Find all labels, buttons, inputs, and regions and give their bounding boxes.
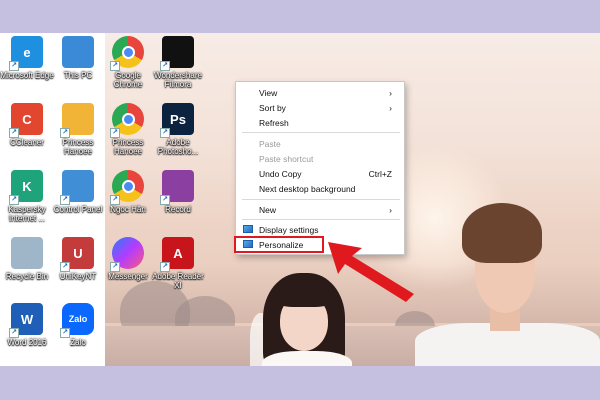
app-icon: ↗ — [110, 103, 144, 138]
desktop-icon[interactable]: ↗ Wondershare Filmora — [150, 36, 206, 89]
desktop-icon-label: Kaspersky Internet ... — [8, 205, 46, 223]
shortcut-arrow-icon: ↗ — [110, 61, 120, 71]
menu-item-next-desktop-background[interactable]: Next desktop background — [236, 181, 404, 196]
desktop-icon[interactable]: e ↗ Microsoft Edge — [0, 36, 55, 80]
menu-separator — [242, 219, 400, 220]
desktop-icon-label: Google Chrome — [113, 71, 143, 89]
shortcut-arrow-icon: ↗ — [110, 128, 120, 138]
menu-item-refresh[interactable]: Refresh — [236, 115, 404, 130]
desktop-icon[interactable]: This PC — [50, 36, 106, 80]
app-icon: C ↗ — [9, 103, 43, 138]
desktop-icon[interactable]: C ↗ CCleaner — [0, 103, 55, 147]
desktop-icon[interactable]: ↗ Messenger — [100, 237, 156, 281]
desktop-icon-label: Recycle Bin — [5, 272, 49, 281]
desktop-icon-label: Zalo — [70, 338, 86, 347]
shortcut-arrow-icon: ↗ — [110, 262, 120, 272]
desktop-icon-label: Adobe Photosho... — [157, 138, 199, 156]
desktop-icon[interactable]: Recycle Bin — [0, 237, 55, 281]
menu-item-paste-shortcut[interactable]: Paste shortcut — [236, 151, 404, 166]
desktop-icon[interactable]: ↗ Google Chrome — [100, 36, 156, 89]
app-icon: ↗ — [110, 36, 144, 71]
shortcut-arrow-icon: ↗ — [60, 328, 70, 338]
shortcut-label: Ctrl+Z — [368, 168, 392, 179]
desktop-icon[interactable]: A ↗ Adobe Reader XI — [150, 237, 206, 290]
wallpaper-groom-hair — [462, 203, 542, 263]
desktop-icon-label: Princess Hanoee — [112, 138, 144, 156]
desktop-icon-label: CCleaner — [10, 138, 44, 147]
desktop-icon[interactable]: Zalo ↗ Zalo — [50, 303, 106, 347]
desktop-context-menu: View › Sort by › Refresh Paste Paste sho… — [235, 81, 405, 255]
menu-item-sort-by[interactable]: Sort by › — [236, 100, 404, 115]
app-icon: ↗ — [160, 36, 194, 71]
app-icon: W ↗ — [9, 303, 43, 338]
desktop-icon-label: Messenger — [108, 272, 148, 281]
shortcut-arrow-icon: ↗ — [60, 128, 70, 138]
shortcut-arrow-icon: ↗ — [60, 262, 70, 272]
personalize-highlight-box — [234, 236, 324, 253]
app-icon: Zalo ↗ — [60, 303, 94, 338]
chevron-right-icon: › — [389, 87, 392, 98]
menu-item-view[interactable]: View › — [236, 85, 404, 100]
desktop-icon[interactable]: ↗ Ngoc Hân — [100, 170, 156, 214]
app-icon: A ↗ — [160, 237, 194, 272]
desktop-icon[interactable]: ↗ Princess Hanoee — [50, 103, 106, 156]
desktop-icon-label: UniKeyNT — [59, 272, 97, 281]
shortcut-arrow-icon: ↗ — [160, 195, 170, 205]
app-icon: ↗ — [110, 237, 144, 272]
menu-item-display-settings[interactable]: Display settings — [236, 222, 404, 237]
menu-separator — [242, 199, 400, 200]
chevron-right-icon: › — [389, 204, 392, 215]
desktop-icon-label: Princess Hanoee — [62, 138, 94, 156]
menu-separator — [242, 132, 400, 133]
app-icon: e ↗ — [9, 36, 43, 71]
shortcut-arrow-icon: ↗ — [60, 195, 70, 205]
desktop-icon[interactable]: W ↗ Word 2016 — [0, 303, 55, 347]
app-icon: Ps ↗ — [160, 103, 194, 138]
shortcut-arrow-icon: ↗ — [9, 61, 19, 71]
desktop-icon-label: Wondershare Filmora — [154, 71, 202, 89]
app-icon — [62, 36, 94, 68]
desktop-icon[interactable]: U ↗ UniKeyNT — [50, 237, 106, 281]
desktop-icon[interactable]: ↗ Record — [150, 170, 206, 214]
app-icon: ↗ — [60, 170, 94, 205]
shortcut-arrow-icon: ↗ — [160, 128, 170, 138]
menu-item-paste[interactable]: Paste — [236, 136, 404, 151]
desktop-icon-label: Ngoc Hân — [110, 205, 146, 214]
shortcut-arrow-icon: ↗ — [9, 195, 19, 205]
desktop-icon-label: This PC — [63, 71, 93, 80]
shortcut-arrow-icon: ↗ — [9, 328, 19, 338]
display-icon — [243, 225, 253, 233]
desktop-icon-label: Microsoft Edge — [0, 71, 54, 80]
menu-item-undo-copy[interactable]: Undo Copy Ctrl+Z — [236, 166, 404, 181]
shortcut-arrow-icon: ↗ — [160, 61, 170, 71]
shortcut-arrow-icon: ↗ — [110, 195, 120, 205]
shortcut-arrow-icon: ↗ — [9, 128, 19, 138]
app-icon: ↗ — [160, 170, 194, 205]
desktop-icon-label: Record — [165, 205, 191, 214]
desktop-icon[interactable]: ↗ Princess Hanoee — [100, 103, 156, 156]
desktop-icon-label: Adobe Reader XI — [152, 272, 204, 290]
app-icon: ↗ — [60, 103, 94, 138]
shortcut-arrow-icon: ↗ — [160, 262, 170, 272]
wallpaper-bride-dress — [262, 351, 352, 366]
chevron-right-icon: › — [389, 102, 392, 113]
desktop-icon[interactable]: Ps ↗ Adobe Photosho... — [150, 103, 206, 156]
app-icon — [11, 237, 43, 269]
red-pointer-arrow-icon — [328, 242, 414, 302]
desktop-icon[interactable]: K ↗ Kaspersky Internet ... — [0, 170, 55, 223]
menu-item-new[interactable]: New › — [236, 202, 404, 217]
desktop-icon-label: Word 2016 — [7, 338, 47, 347]
app-icon: K ↗ — [9, 170, 43, 205]
app-icon: U ↗ — [60, 237, 94, 272]
desktop-icon[interactable]: ↗ Control Panel — [50, 170, 106, 214]
app-icon: ↗ — [110, 170, 144, 205]
desktop-icon-label: Control Panel — [53, 205, 103, 214]
